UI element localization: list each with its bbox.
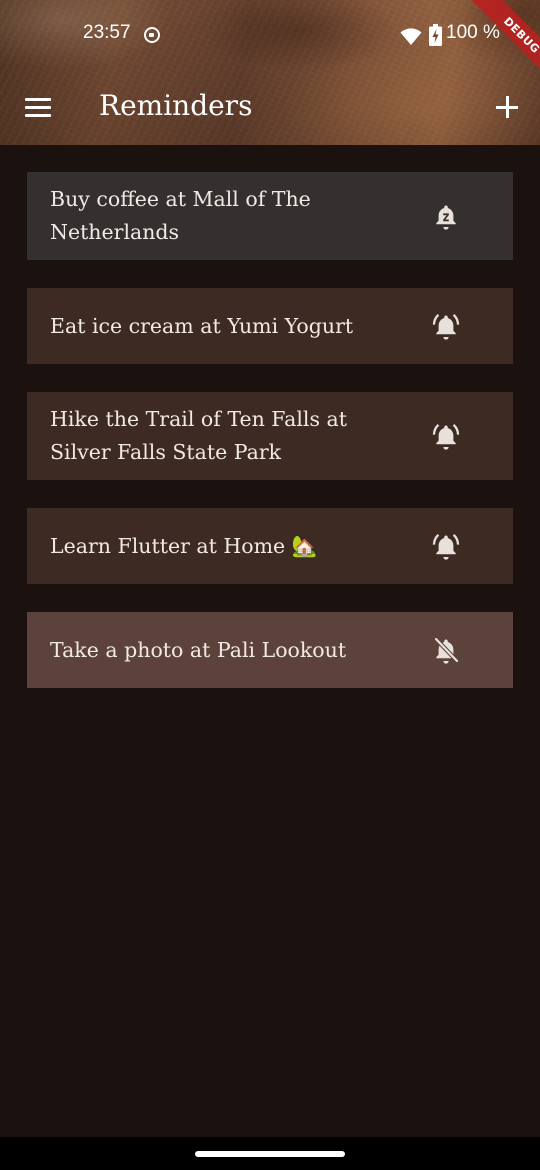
reminder-text: Eat ice cream at Yumi Yogurt <box>50 313 354 338</box>
alarm-active-icon[interactable] <box>431 531 461 561</box>
add-icon[interactable] <box>490 90 524 124</box>
status-bar: 23:57 100 % <box>0 0 540 70</box>
menu-icon[interactable] <box>18 88 58 126</box>
wifi-icon <box>400 28 422 45</box>
alarm-off-icon[interactable] <box>431 635 461 665</box>
alarm-active-icon[interactable] <box>431 311 461 341</box>
reminder-item[interactable]: Learn Flutter at Home 🏡 <box>27 508 513 584</box>
reminder-text: Learn Flutter at Home 🏡 <box>50 533 318 558</box>
snooze-bell-icon[interactable] <box>431 201 461 231</box>
reminder-item[interactable]: Buy coffee at Mall of The Netherlands <box>27 172 513 260</box>
reminder-text: Take a photo at Pali Lookout <box>50 637 347 662</box>
status-time: 23:57 <box>83 22 131 43</box>
battery-charging-icon <box>429 24 442 46</box>
reminder-text: Buy coffee at Mall of The Netherlands <box>50 187 311 244</box>
reminder-item[interactable]: Take a photo at Pali Lookout <box>27 612 513 688</box>
reminder-item[interactable]: Eat ice cream at Yumi Yogurt <box>27 288 513 364</box>
page-title: Reminders <box>99 89 253 122</box>
notification-icon <box>144 27 160 43</box>
alarm-active-icon[interactable] <box>431 421 461 451</box>
home-gesture-handle[interactable] <box>195 1151 345 1157</box>
reminder-item[interactable]: Hike the Trail of Ten Falls at Silver Fa… <box>27 392 513 480</box>
battery-level: 100 % <box>446 22 500 43</box>
reminder-text: Hike the Trail of Ten Falls at Silver Fa… <box>50 407 347 464</box>
navigation-bar <box>0 1137 540 1170</box>
